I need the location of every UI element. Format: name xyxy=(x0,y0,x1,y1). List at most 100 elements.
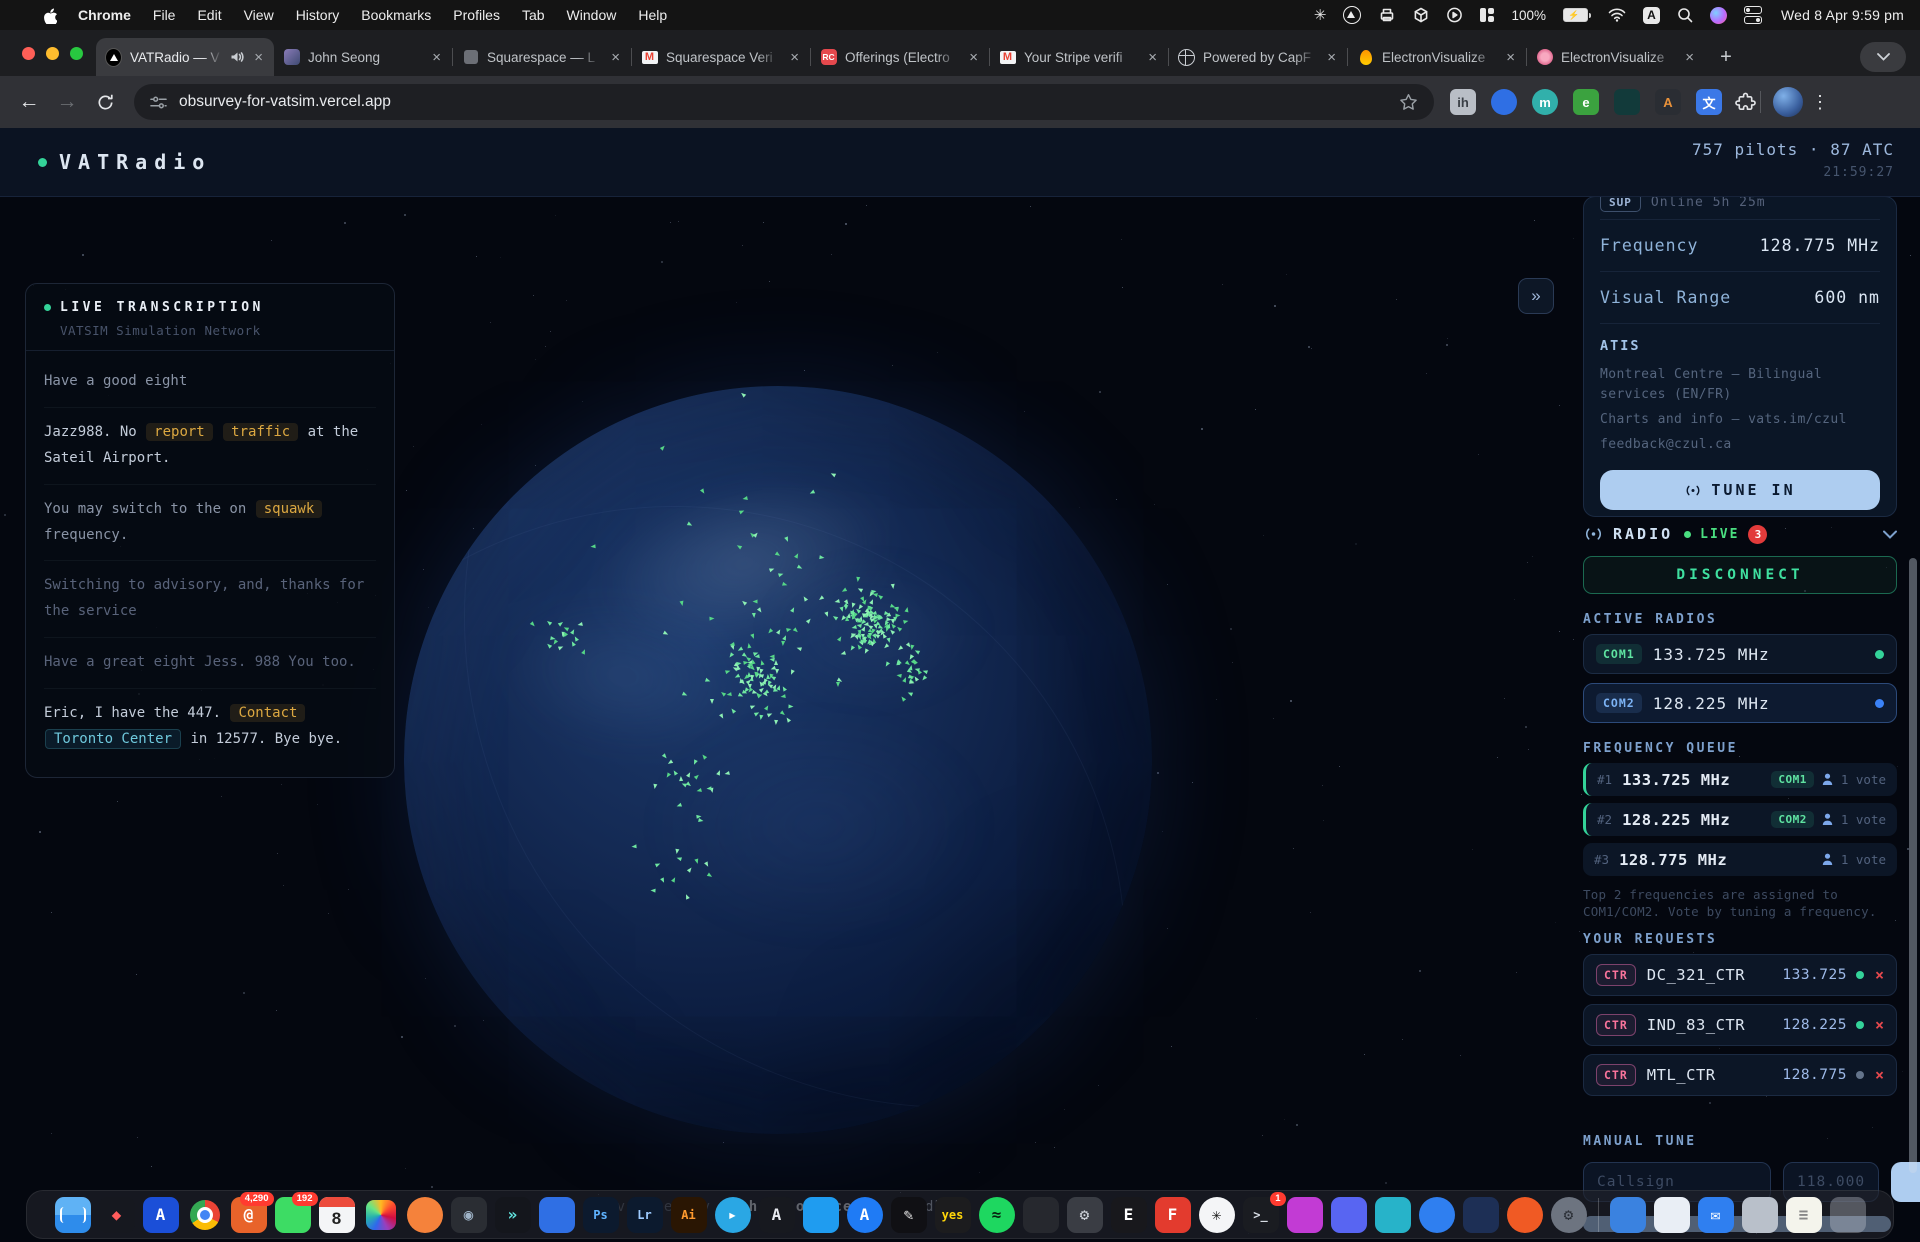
dock-chatgpt[interactable]: ✳ xyxy=(1199,1197,1235,1233)
dock-chrome[interactable] xyxy=(187,1197,223,1233)
collapse-panel-button[interactable]: » xyxy=(1518,278,1554,314)
menu-bookmarks[interactable]: Bookmarks xyxy=(350,7,442,23)
forward-button[interactable]: → xyxy=(48,83,86,121)
siri-icon[interactable] xyxy=(1710,5,1727,25)
control-center-icon[interactable] xyxy=(1744,5,1762,25)
play-circle-icon[interactable] xyxy=(1446,5,1463,25)
meet-bot-ext-icon[interactable] xyxy=(1614,89,1640,115)
menu-view[interactable]: View xyxy=(233,7,285,23)
profile-ext-icon[interactable]: ih xyxy=(1450,89,1476,115)
menu-edit[interactable]: Edit xyxy=(186,7,232,23)
extensions-puzzle-icon[interactable] xyxy=(1735,92,1756,113)
close-window-button[interactable] xyxy=(22,47,35,60)
wifi-icon[interactable] xyxy=(1608,5,1626,25)
tab-close-button[interactable]: × xyxy=(1146,49,1159,66)
search-icon[interactable] xyxy=(1677,5,1693,25)
dock-calendar[interactable]: 8 xyxy=(319,1197,355,1233)
tab-close-button[interactable]: × xyxy=(788,49,801,66)
evernote-ext-icon[interactable]: e xyxy=(1573,89,1599,115)
tab-close-button[interactable]: × xyxy=(1325,49,1338,66)
tab-vatradio-v[interactable]: VATRadio — V× xyxy=(96,38,274,76)
new-tab-button[interactable]: + xyxy=(1711,42,1741,72)
dock-safari[interactable] xyxy=(1419,1197,1455,1233)
tab-powered-by-capf[interactable]: Powered by CapF× xyxy=(1169,39,1347,75)
back-button[interactable]: ← xyxy=(10,83,48,121)
chatgpt-icon[interactable]: ✳ xyxy=(1314,5,1327,25)
dock-dark-app[interactable] xyxy=(1023,1197,1059,1233)
tab-close-button[interactable]: × xyxy=(252,49,265,66)
dock-orange-app[interactable] xyxy=(1507,1197,1543,1233)
site-settings-icon[interactable] xyxy=(150,94,167,111)
earth-globe[interactable] xyxy=(404,386,1152,1134)
nordvpn-ext-icon[interactable] xyxy=(1491,89,1517,115)
queue-row-1[interactable]: #1133.725 MHzCOM11 vote xyxy=(1583,763,1897,796)
dock-yes-app[interactable]: yes xyxy=(935,1197,971,1233)
dock-telegram[interactable]: ▸ xyxy=(715,1197,751,1233)
chrome-menu-button[interactable]: ⋮ xyxy=(1803,92,1837,113)
dock-gray-window[interactable] xyxy=(1742,1197,1778,1233)
tab-your-stripe-verifi[interactable]: MYour Stripe verifi× xyxy=(990,39,1168,75)
remove-request-button[interactable]: × xyxy=(1873,1016,1884,1034)
tab-close-button[interactable]: × xyxy=(1683,49,1696,66)
request-row-mtl_ctr[interactable]: CTRMTL_CTR128.775× xyxy=(1583,1054,1897,1096)
chevron-down-icon[interactable] xyxy=(1883,530,1897,539)
url-text[interactable]: obsurvey-for-vatsim.vercel.app xyxy=(179,93,391,111)
dock-blue-app[interactable] xyxy=(539,1197,575,1233)
queue-row-2[interactable]: #2128.225 MHzCOM21 vote xyxy=(1583,803,1897,836)
unity-icon[interactable] xyxy=(1413,5,1429,25)
nordvpn-icon[interactable] xyxy=(1343,5,1361,25)
remove-request-button[interactable]: × xyxy=(1873,1066,1884,1084)
reload-button[interactable] xyxy=(86,83,124,121)
tab-close-button[interactable]: × xyxy=(609,49,622,66)
dock-trash[interactable] xyxy=(1830,1197,1866,1233)
dock-lightroom[interactable]: Lr xyxy=(627,1197,663,1233)
dock-messages-green[interactable]: 192 xyxy=(275,1197,311,1233)
profile-avatar[interactable] xyxy=(1773,87,1803,117)
tab-search-button[interactable] xyxy=(1860,42,1906,72)
tab-electronvisualize[interactable]: ElectronVisualize× xyxy=(1348,39,1526,75)
menu-window[interactable]: Window xyxy=(556,7,628,23)
printer-icon[interactable] xyxy=(1378,5,1396,25)
dock-terminal[interactable]: >_1 xyxy=(1243,1197,1279,1233)
input-a-icon[interactable]: A xyxy=(1643,5,1660,25)
tab-close-button[interactable]: × xyxy=(430,49,443,66)
dock-downloads-folder[interactable] xyxy=(1610,1197,1646,1233)
dock-reminders-orange[interactable] xyxy=(407,1197,443,1233)
menu-history[interactable]: History xyxy=(285,7,351,23)
dock-finder[interactable] xyxy=(55,1197,91,1233)
dock-raycast[interactable]: ◆ xyxy=(99,1197,135,1233)
dock-red-f-app[interactable]: F xyxy=(1155,1197,1191,1233)
dock-notes[interactable]: ≡ xyxy=(1786,1197,1822,1233)
dock-dark-a-app[interactable]: A xyxy=(759,1197,795,1233)
dock-minimized-window[interactable] xyxy=(1654,1197,1690,1233)
menu-file[interactable]: File xyxy=(142,7,187,23)
dock-magenta-app[interactable] xyxy=(1287,1197,1323,1233)
dock-app-store[interactable]: A xyxy=(847,1197,883,1233)
menu-profiles[interactable]: Profiles xyxy=(442,7,511,23)
tab-offerings-electro[interactable]: RCOfferings (Electro× xyxy=(811,39,989,75)
dock-blue-a-app[interactable]: A xyxy=(143,1197,179,1233)
tune-in-button[interactable]: TUNE IN xyxy=(1600,470,1880,510)
dock-epic-games[interactable]: E xyxy=(1111,1197,1147,1233)
minimize-window-button[interactable] xyxy=(46,47,59,60)
dock-mail[interactable]: ✉ xyxy=(1698,1197,1734,1233)
translate-ext-icon[interactable]: 文 xyxy=(1696,89,1722,115)
dock-photoshop[interactable]: Ps xyxy=(583,1197,619,1233)
menu-help[interactable]: Help xyxy=(627,7,678,23)
monday-ext-icon[interactable]: m xyxy=(1532,89,1558,115)
dock-teal-app[interactable] xyxy=(1375,1197,1411,1233)
zoom-window-button[interactable] xyxy=(70,47,83,60)
disconnect-button[interactable]: DISCONNECT xyxy=(1583,556,1897,594)
tab-john-seong[interactable]: John Seong× xyxy=(274,39,452,75)
request-row-ind_83_ctr[interactable]: CTRIND_83_CTR128.225× xyxy=(1583,1004,1897,1046)
dock-illustrator[interactable]: Ai xyxy=(671,1197,707,1233)
dock-discord[interactable] xyxy=(1331,1197,1367,1233)
dock-photo-booth[interactable]: ◉ xyxy=(451,1197,487,1233)
dock-system-settings[interactable]: ⚙ xyxy=(1551,1197,1587,1233)
dock-vscode[interactable] xyxy=(803,1197,839,1233)
queue-row-3[interactable]: #3128.775 MHz1 vote xyxy=(1583,843,1897,876)
tab-audio-icon[interactable] xyxy=(230,51,244,63)
dock-spotify[interactable]: ≈ xyxy=(979,1197,1015,1233)
menu-tab[interactable]: Tab xyxy=(511,7,556,23)
tab-close-button[interactable]: × xyxy=(967,49,980,66)
